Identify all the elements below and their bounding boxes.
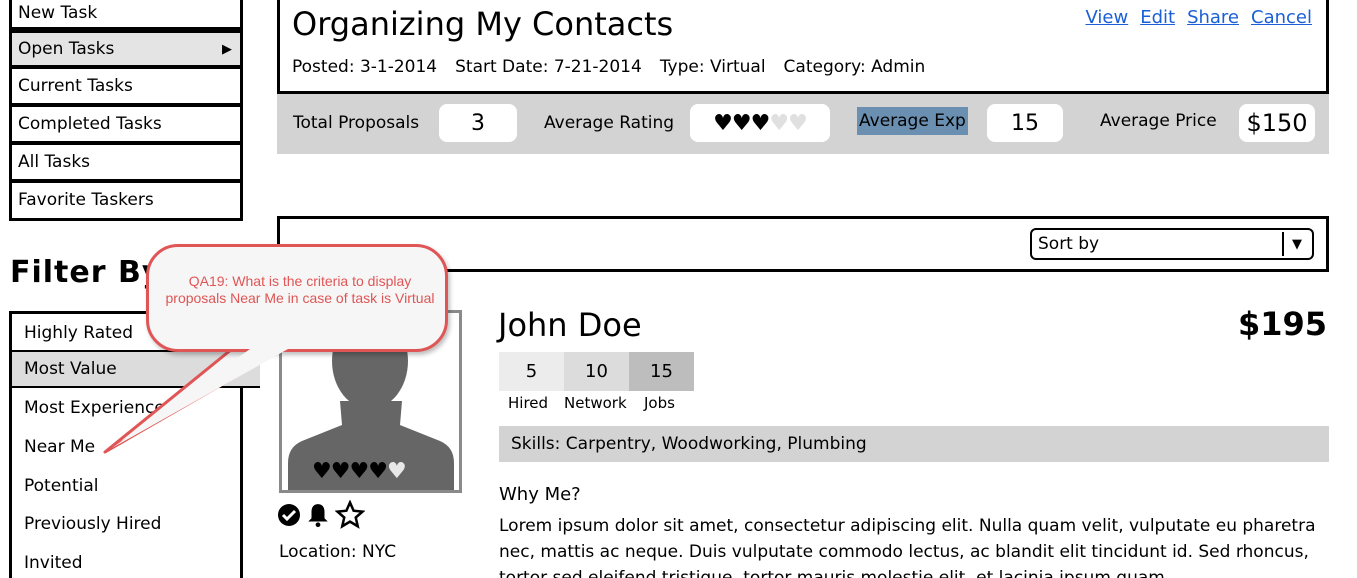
nav-item-completed-tasks[interactable]: Completed Tasks bbox=[9, 104, 243, 144]
share-link[interactable]: Share bbox=[1187, 7, 1239, 28]
skills-bar: Skills: Carpentry, Woodworking, Plumbing bbox=[499, 426, 1329, 462]
nav-item-all-tasks[interactable]: All Tasks bbox=[9, 142, 243, 182]
task-meta: Posted: 3-1-2014 Start Date: 7-21-2014 T… bbox=[292, 57, 925, 77]
average-exp-label: Average Exp bbox=[857, 107, 968, 135]
average-price-label: Average Price bbox=[1100, 111, 1217, 131]
network-label: Network bbox=[564, 394, 627, 412]
why-me-body: Lorem ipsum dolor sit amet, consectetur … bbox=[499, 516, 1316, 578]
task-category: Category: Admin bbox=[783, 57, 926, 77]
stats-bar: Total Proposals 3 Average Rating ♥♥♥♥♥ A… bbox=[277, 94, 1329, 154]
filter-item-label: Highly Rated bbox=[24, 323, 134, 343]
filter-item-previously-hired[interactable]: Previously Hired bbox=[12, 505, 240, 543]
qa-callout: QA19: What is the criteria to display pr… bbox=[146, 244, 448, 352]
cancel-link[interactable]: Cancel bbox=[1251, 7, 1312, 28]
filter-item-label: Near Me bbox=[24, 437, 96, 457]
nav-item-label: Open Tasks bbox=[18, 38, 115, 59]
filter-item-label: Most Value bbox=[24, 359, 117, 379]
callout-text: QA19: What is the criteria to display pr… bbox=[165, 273, 435, 306]
sort-select[interactable]: Sort by ▼ bbox=[1030, 228, 1314, 260]
nav-item-label: New Task bbox=[18, 2, 98, 23]
average-rating-label: Average Rating bbox=[544, 113, 675, 133]
average-rating-value: ♥♥♥♥♥ bbox=[690, 104, 830, 142]
tasker-location: Location: NYC bbox=[279, 542, 397, 562]
view-link[interactable]: View bbox=[1085, 7, 1128, 28]
hired-label: Hired bbox=[508, 394, 549, 412]
heart-empty-icon: ♥ bbox=[788, 110, 808, 136]
network-count: 10 bbox=[564, 352, 629, 391]
start-date: Start Date: 7-21-2014 bbox=[455, 57, 642, 77]
nav-item-favorite-taskers[interactable]: Favorite Taskers bbox=[9, 180, 243, 221]
average-exp-text: Average Exp bbox=[857, 107, 968, 135]
average-exp-value: 15 bbox=[987, 104, 1063, 142]
nav-item-new-task[interactable]: New Task bbox=[9, 0, 243, 30]
nav-item-label: Current Tasks bbox=[18, 75, 133, 96]
nav-item-label: Favorite Taskers bbox=[18, 190, 154, 210]
bell-icon bbox=[308, 504, 328, 528]
chevron-down-icon[interactable]: ▼ bbox=[1282, 232, 1310, 256]
heart-rating-icon: ♥♥♥♥♥ bbox=[312, 459, 407, 484]
tasker-badges bbox=[277, 500, 365, 530]
skills-text: Skills: Carpentry, Woodworking, Plumbing bbox=[511, 434, 867, 454]
check-circle-icon bbox=[278, 504, 300, 526]
chevron-right-icon: ▶ bbox=[222, 41, 232, 57]
task-type: Type: Virtual bbox=[659, 57, 766, 77]
filter-item-label: Invited bbox=[24, 553, 83, 573]
task-header: Organizing My Contacts Posted: 3-1-2014 … bbox=[277, 0, 1329, 94]
posted-date: Posted: 3-1-2014 bbox=[292, 57, 438, 77]
why-me-heading: Why Me? bbox=[499, 484, 581, 505]
filter-item-label: Most Experienced bbox=[24, 398, 176, 418]
filter-item-near-me[interactable]: Near Me bbox=[12, 428, 240, 466]
filter-item-label: Previously Hired bbox=[24, 514, 162, 534]
total-proposals-number: 3 bbox=[471, 110, 485, 136]
heart-filled-icon: ♥ bbox=[349, 459, 369, 484]
heart-filled-icon: ♥ bbox=[713, 110, 733, 136]
heart-filled-icon: ♥ bbox=[312, 459, 332, 484]
filter-item-most-experienced[interactable]: Most Experienced bbox=[12, 389, 240, 427]
total-proposals-label: Total Proposals bbox=[293, 113, 420, 133]
average-price-value: $150 bbox=[1239, 104, 1315, 142]
nav-item-open-tasks[interactable]: Open Tasks ▶ bbox=[9, 30, 243, 68]
filter-item-label: Potential bbox=[24, 476, 99, 496]
nav-item-label: Completed Tasks bbox=[18, 113, 162, 134]
filter-item-invited[interactable]: Invited bbox=[12, 544, 240, 578]
tasker-name[interactable]: John Doe bbox=[498, 306, 642, 344]
average-exp-number: 15 bbox=[1011, 110, 1039, 136]
heart-empty-icon: ♥ bbox=[386, 459, 407, 484]
jobs-count: 15 bbox=[629, 352, 694, 391]
filter-item-most-value[interactable]: Most Value bbox=[12, 350, 260, 388]
filter-item-potential[interactable]: Potential bbox=[12, 467, 240, 505]
edit-link[interactable]: Edit bbox=[1140, 7, 1175, 28]
jobs-label: Jobs bbox=[644, 394, 675, 412]
page-title: Organizing My Contacts bbox=[292, 5, 674, 43]
heart-filled-icon: ♥ bbox=[750, 110, 771, 136]
heart-filled-icon: ♥ bbox=[731, 110, 752, 136]
filter-title: Filter By bbox=[10, 255, 163, 290]
hired-count: 5 bbox=[499, 352, 564, 391]
heart-filled-icon: ♥ bbox=[368, 459, 388, 484]
heart-filled-icon: ♥ bbox=[330, 459, 351, 484]
nav-item-current-tasks[interactable]: Current Tasks bbox=[9, 66, 243, 106]
nav-item-label: All Tasks bbox=[18, 151, 91, 172]
average-price-number: $150 bbox=[1246, 109, 1308, 137]
task-actions: View Edit Share Cancel bbox=[1085, 7, 1312, 28]
heart-empty-icon: ♥ bbox=[769, 110, 789, 136]
proposal-price: $195 bbox=[1237, 305, 1327, 343]
sort-select-value: Sort by bbox=[1038, 234, 1100, 254]
star-outline-icon[interactable] bbox=[335, 500, 365, 530]
heart-rating-icon: ♥♥♥♥♥ bbox=[713, 110, 808, 136]
total-proposals-value: 3 bbox=[439, 104, 517, 142]
